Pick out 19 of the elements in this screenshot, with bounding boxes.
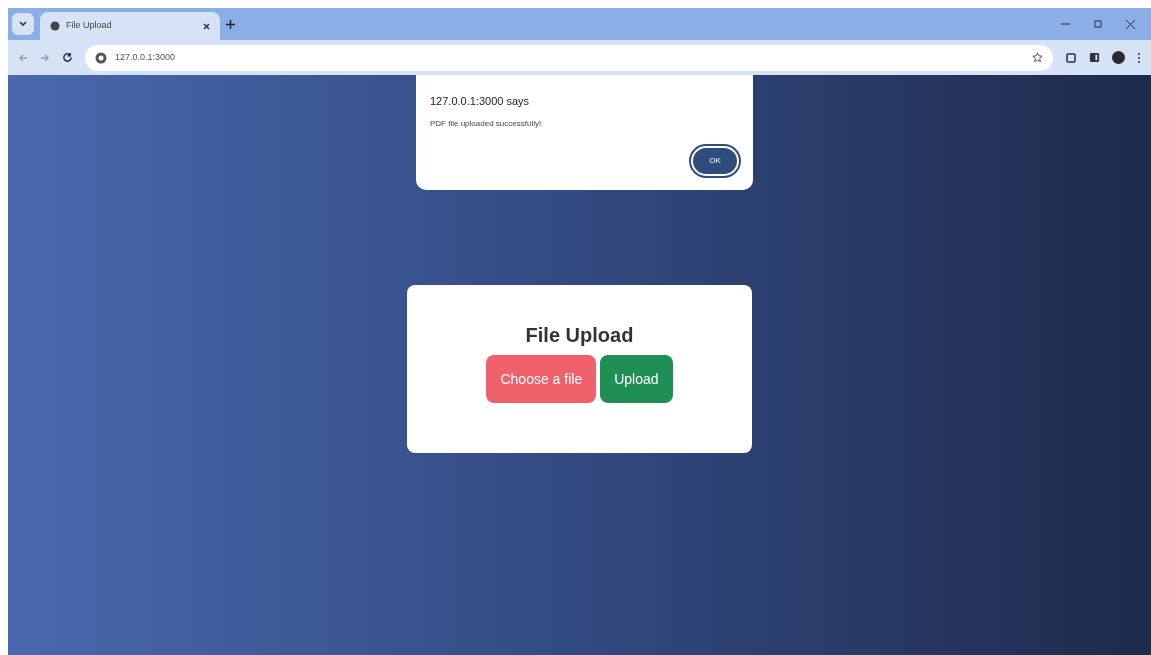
upload-button[interactable]: Upload [600, 355, 673, 403]
browser-tab[interactable]: File Upload [40, 12, 220, 40]
new-tab-icon[interactable] [226, 19, 235, 29]
reload-icon[interactable] [62, 52, 73, 63]
star-icon[interactable] [1032, 52, 1043, 63]
side-panel-icon[interactable] [1089, 52, 1100, 63]
tab-search-button[interactable] [12, 13, 34, 35]
ok-button[interactable]: OK [691, 146, 739, 176]
site-info-icon[interactable] [95, 51, 107, 64]
restore-icon[interactable] [1094, 20, 1102, 28]
dialog-message: PDF file uploaded successfully! [430, 117, 543, 130]
address-bar[interactable]: 127.0.0.1:3000 [85, 44, 1053, 71]
menu-icon[interactable] [1137, 51, 1141, 64]
profile-avatar-icon[interactable] [1112, 51, 1125, 64]
chevron-down-icon [19, 21, 27, 27]
dialog-title: 127.0.0.1:3000 says [430, 94, 531, 109]
card-heading: File Upload [525, 323, 634, 347]
close-icon[interactable] [203, 22, 210, 30]
close-icon[interactable] [1126, 19, 1135, 29]
